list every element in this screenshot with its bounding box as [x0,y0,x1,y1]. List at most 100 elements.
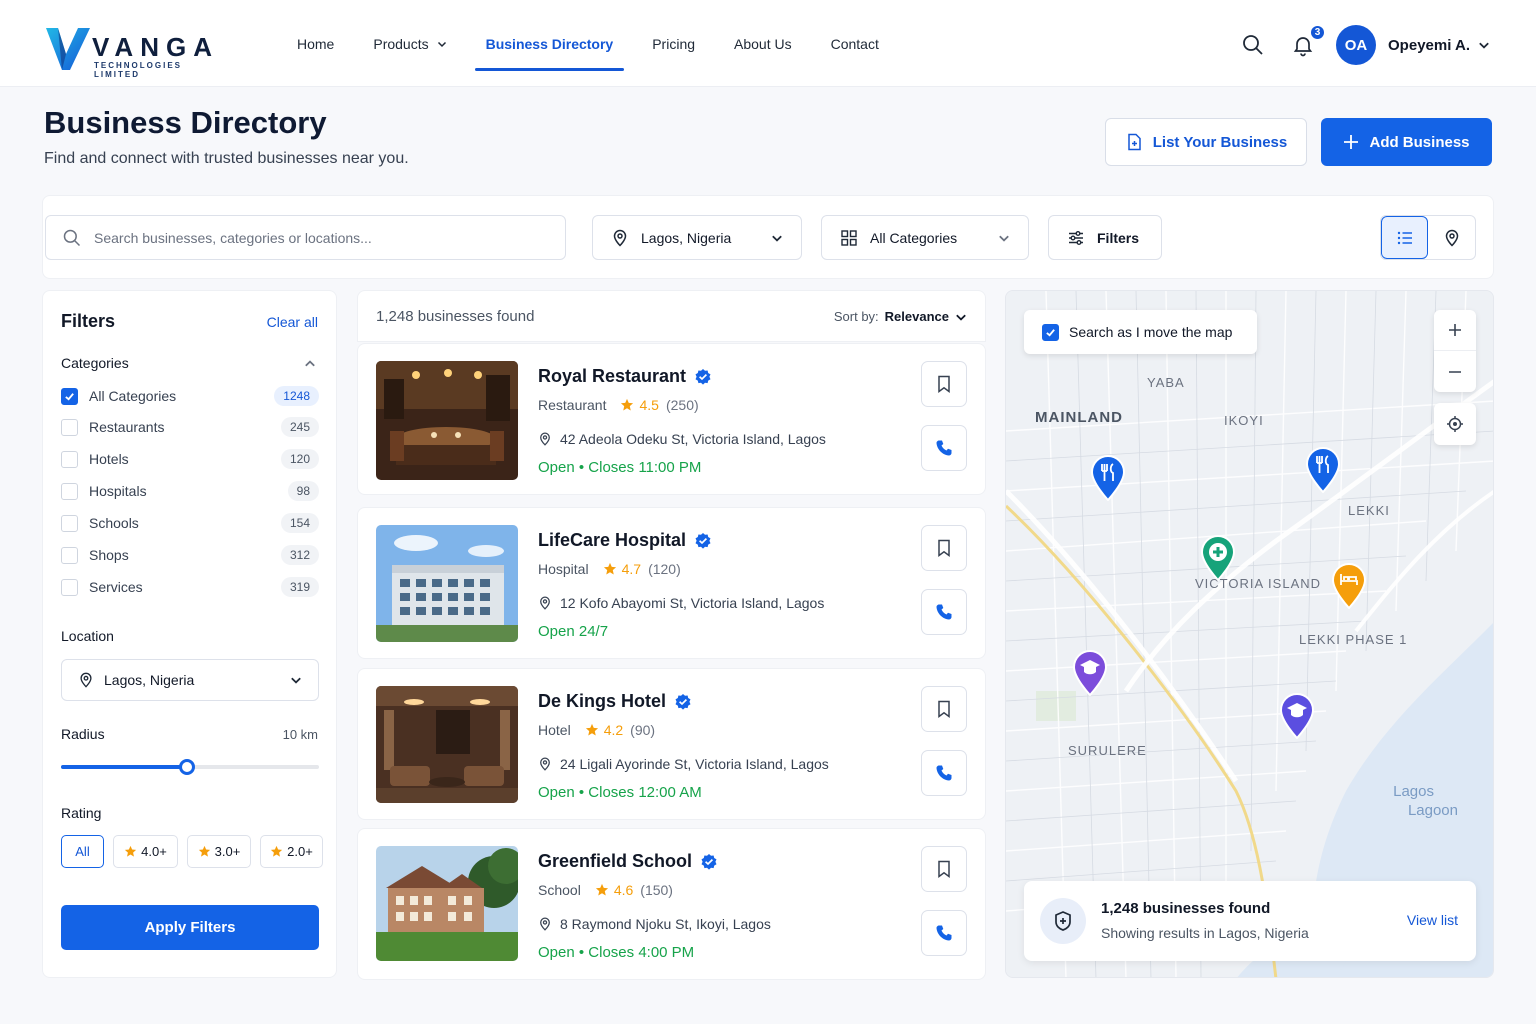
checkbox[interactable] [61,514,78,532]
categories-heading: Categories [61,355,129,371]
category-schools[interactable]: Schools 154 [61,512,319,534]
business-card[interactable]: Greenfield School School 4.6 (150) 8 Ray… [357,828,986,980]
view-list-link[interactable]: View list [1407,912,1458,928]
map-view-button[interactable] [1428,216,1475,259]
category-label: Schools [89,515,139,531]
sort-dropdown[interactable]: Sort by: Relevance [834,309,967,324]
sort-prefix: Sort by: [833,309,879,324]
list-your-business-label: List Your Business [1152,133,1288,151]
business-name[interactable]: Royal Restaurant [538,366,712,387]
category-select[interactable]: All Categories [821,215,1029,260]
bookmark-button[interactable] [921,846,967,892]
search-button[interactable] [1238,30,1268,60]
checkbox-checked[interactable] [61,387,78,405]
call-button[interactable] [921,910,967,956]
apply-filters-button[interactable]: Apply Filters [61,905,319,950]
category-hotels[interactable]: Hotels 120 [61,448,319,470]
bookmark-button[interactable] [921,361,967,407]
restaurant-map-pin-icon[interactable] [1090,455,1126,501]
verified-badge-icon [701,853,717,870]
restaurant-photo-image [376,361,518,480]
nav-business-directory[interactable]: Business Directory [474,0,624,87]
list-your-business-button[interactable]: List Your Business [1105,118,1307,166]
nav-about[interactable]: About Us [734,0,792,87]
search-panel: Lagos, Nigeria All Categories Filters [42,195,1494,279]
business-meta: School 4.6 (150) [538,882,673,898]
slider-thumb[interactable] [179,759,196,775]
chevron-up-icon[interactable] [304,358,316,370]
checkbox[interactable] [61,546,78,564]
call-button[interactable] [921,425,967,471]
business-name[interactable]: De Kings Hotel [538,691,692,712]
clear-all-link[interactable]: Clear all [267,314,318,330]
checkbox[interactable] [61,578,78,596]
business-photo-hotel[interactable] [376,686,518,803]
category-select-value: All Categories [870,229,958,246]
business-card[interactable]: LifeCare Hospital Hospital 4.7 (120) 12 … [357,507,986,659]
rating-all[interactable]: All [61,835,104,868]
filters-button-label: Filters [1097,229,1140,246]
filters-button[interactable]: Filters [1048,215,1162,260]
chevron-down-icon [291,677,301,684]
chevron-down-icon[interactable] [1478,39,1490,51]
business-photo-hospital[interactable] [376,525,518,642]
checkbox[interactable] [61,482,78,500]
rating-option-label: All [75,844,90,859]
my-location-button[interactable] [1434,403,1476,445]
rating-3-plus[interactable]: 3.0+ [187,835,251,868]
category-shops[interactable]: Shops 312 [61,544,319,566]
school-map-pin-icon[interactable] [1072,650,1108,696]
phone-icon [936,925,952,941]
business-photo-restaurant[interactable] [376,361,518,480]
bookmark-button[interactable] [921,525,967,571]
nav-products[interactable]: Products [373,0,446,87]
rating-4-plus[interactable]: 4.0+ [113,835,178,868]
zoom-out-button[interactable] [1434,351,1476,392]
category-hospitals[interactable]: Hospitals 98 [61,480,319,502]
map-panel[interactable]: YABA MAINLAND IKOYI LEKKI VICTORIA ISLAN… [1005,290,1494,978]
user-name[interactable]: Opeyemi A. [1388,37,1470,54]
checkbox[interactable] [61,418,78,436]
rating-2-plus[interactable]: 2.0+ [260,835,323,868]
search-box[interactable] [45,215,566,260]
business-rating: 4.6 [595,882,633,898]
list-view-button[interactable] [1381,216,1429,259]
nav-pricing[interactable]: Pricing [652,0,695,87]
radius-slider[interactable] [61,757,319,777]
zoom-in-button[interactable] [1434,310,1476,351]
hospital-map-pin-icon[interactable] [1200,535,1236,581]
category-services[interactable]: Services 319 [61,576,319,598]
map-label-lagos-lagoon: Lagos Lagoon [1366,782,1458,820]
checkbox[interactable] [61,450,78,468]
avatar[interactable]: OA [1336,25,1377,65]
rating-options: All 4.0+ 3.0+ 2.0+ [61,835,323,868]
location-select[interactable]: Lagos, Nigeria [592,215,802,260]
search-input[interactable] [94,229,534,246]
business-card[interactable]: De Kings Hotel Hotel 4.2 (90) 24 Ligali … [357,668,986,820]
main-nav: Home Products Business Directory Pricing… [297,0,918,87]
business-card[interactable]: Royal Restaurant Restaurant 4.5 (250) 42… [357,343,986,495]
business-name[interactable]: LifeCare Hospital [538,530,712,551]
nav-contact[interactable]: Contact [831,0,879,87]
category-restaurants[interactable]: Restaurants 245 [61,416,319,438]
map-label-lekki: LEKKI [1348,503,1390,518]
hotel-map-pin-icon[interactable] [1331,563,1367,609]
call-button[interactable] [921,750,967,796]
chevron-down-icon [437,41,446,47]
call-button[interactable] [921,589,967,635]
category-all[interactable]: All Categories 1248 [61,385,319,407]
restaurant-map-pin-icon[interactable] [1305,447,1341,493]
add-business-button[interactable]: Add Business [1321,118,1492,166]
school-map-pin-icon[interactable] [1279,693,1315,739]
checkbox-checked[interactable] [1042,323,1059,341]
business-name[interactable]: Greenfield School [538,851,718,872]
brand-logo[interactable]: VANGA TECHNOLOGIES LIMITED [44,22,224,79]
nav-home[interactable]: Home [297,0,334,87]
open-status: Open [538,784,575,801]
star-icon [198,845,210,857]
search-as-move-toggle[interactable]: Search as I move the map [1024,310,1257,354]
bookmark-button[interactable] [921,686,967,732]
filter-location-select[interactable]: Lagos, Nigeria [61,659,319,701]
notifications-button[interactable]: 3 [1288,24,1327,60]
business-photo-school[interactable] [376,846,518,961]
